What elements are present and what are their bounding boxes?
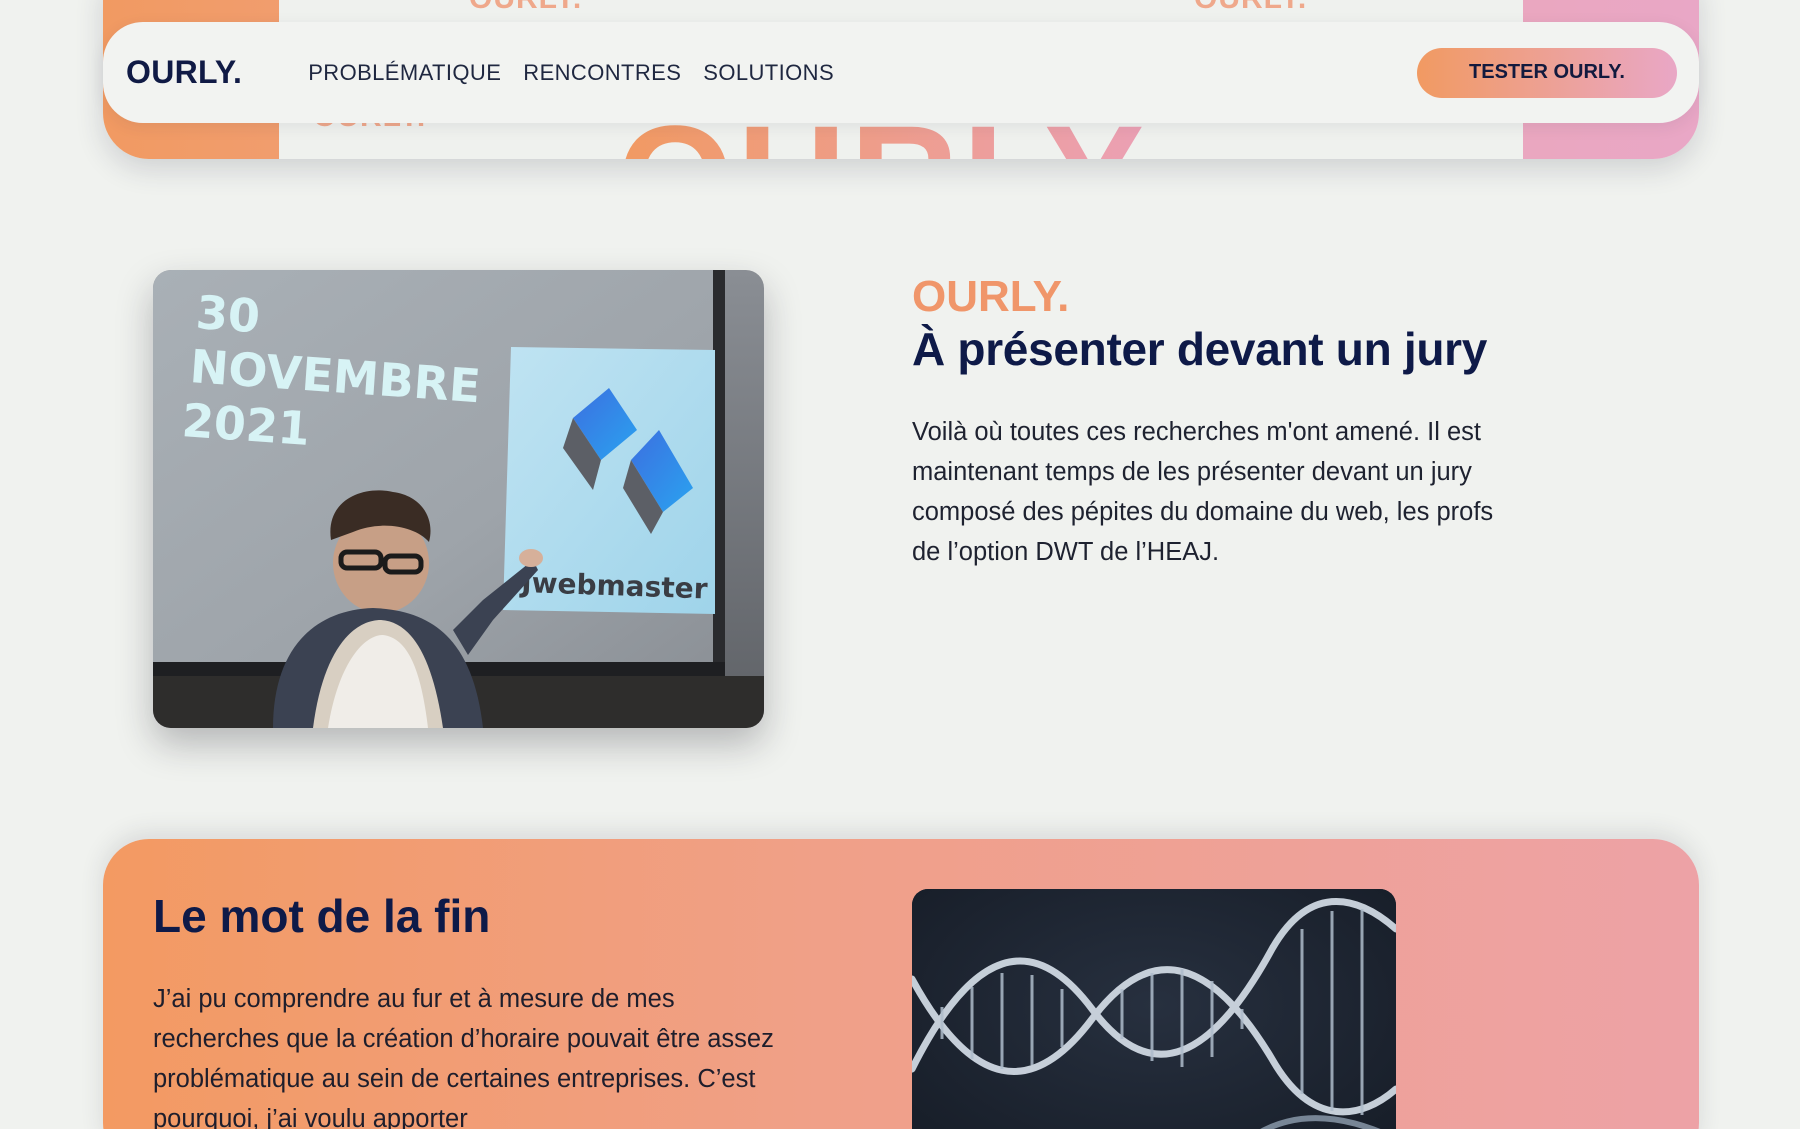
photo-slide-brand: Jwebmaster	[519, 566, 708, 606]
final-section: Le mot de la fin J’ai pu comprendre au f…	[103, 839, 1699, 1129]
photo-date-line: 30	[194, 285, 262, 343]
final-section-title: Le mot de la fin	[153, 890, 491, 942]
hero-ghost-text: OURLY.	[1194, 0, 1307, 16]
presentation-photo-illustration: 30 NOVEMBRE 2021 Jwebmaster	[153, 270, 764, 728]
logo[interactable]: OURLY.	[126, 54, 242, 91]
dna-image	[912, 889, 1396, 1129]
tester-ourly-button[interactable]: TESTER OURLY.	[1417, 47, 1677, 98]
final-section-paragraph: J’ai pu comprendre au fur et à mesure de…	[153, 985, 774, 1129]
nav-link-solutions[interactable]: SOLUTIONS	[703, 60, 834, 86]
dna-helix-illustration	[912, 889, 1396, 1129]
top-navigation: OURLY. PROBLÉMATIQUE RENCONTRES SOLUTION…	[103, 22, 1699, 123]
nav-link-problematique[interactable]: PROBLÉMATIQUE	[308, 60, 501, 86]
jury-presentation-photo: 30 NOVEMBRE 2021 Jwebmaster	[153, 270, 764, 728]
nav-links: PROBLÉMATIQUE RENCONTRES SOLUTIONS	[308, 60, 834, 86]
nav-link-rencontres[interactable]: RENCONTRES	[523, 60, 681, 86]
hero-ghost-text: OURLY.	[469, 0, 582, 16]
section-title: À présenter devant un jury	[912, 323, 1488, 375]
photo-date-line: 2021	[180, 393, 311, 456]
section-kicker: OURLY.	[912, 272, 1070, 321]
section-paragraph: Voilà où toutes ces recherches m'ont ame…	[912, 418, 1494, 566]
